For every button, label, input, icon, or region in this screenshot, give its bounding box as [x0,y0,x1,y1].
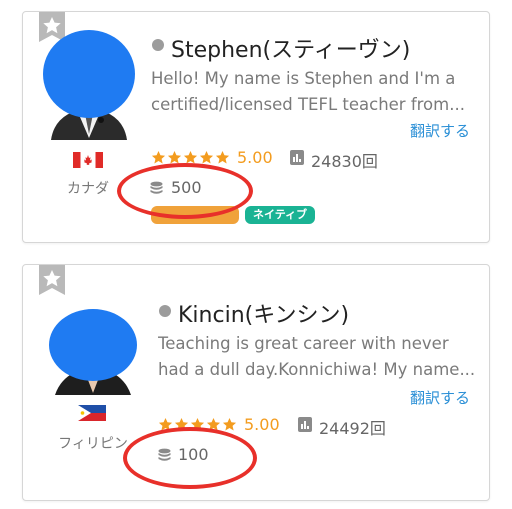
bar-chart-icon [298,417,312,436]
teacher-card[interactable]: カナダ Stephen(スティーヴン) Hello! My name is St… [22,11,490,243]
star-icon [206,417,221,431]
teacher-name[interactable]: Kincin(キンシン) [178,297,349,329]
star-icon [174,417,189,431]
intro-line: Teaching is great career with never [158,334,449,353]
native-badge: ネイティブ [245,206,316,224]
translate-link[interactable]: 翻訳する [410,387,470,408]
star-icon [158,417,173,431]
offline-status-icon [159,305,171,317]
rating-value: 5.00 [244,415,280,434]
badge-orange [151,206,239,224]
teacher-avatar[interactable] [43,30,135,140]
intro-line: had a dull day.Konnichiwa! My name... [158,360,476,379]
teacher-name[interactable]: Stephen(スティーヴン) [171,32,410,64]
translate-link[interactable]: 翻訳する [410,120,470,141]
teacher-country: カナダ [67,181,109,197]
star-icon [222,417,237,431]
teacher-card[interactable]: フィリピン Kincin(キンシン) Teaching is great car… [22,264,490,501]
star-icon [167,150,182,164]
teacher-intro[interactable]: Teaching is great career with never had … [158,331,478,383]
lesson-count: 24830回 [311,152,378,171]
lesson-points: 100 [178,445,209,464]
bar-chart-icon [290,150,304,169]
lesson-count: 24492回 [319,419,386,438]
teacher-intro[interactable]: Hello! My name is Stephen and I'm a cert… [151,66,471,118]
rating-stars [158,417,238,433]
star-icon [215,150,230,164]
star-icon [151,150,166,164]
lesson-points: 500 [171,178,202,197]
star-icon [199,150,214,164]
philippines-flag-icon [78,405,106,425]
rating-value: 5.00 [237,148,273,167]
teacher-country: フィリピン [58,436,128,452]
coin-stack-icon [158,448,171,467]
teacher-avatar[interactable] [49,309,137,395]
coin-stack-icon [150,181,163,200]
star-icon [190,417,205,431]
canada-flag-icon [73,152,103,172]
offline-status-icon [152,39,164,51]
rating-stars [151,150,231,166]
favorite-star-icon[interactable] [39,265,65,295]
intro-line: Hello! My name is Stephen and I'm a [151,69,456,88]
star-icon [183,150,198,164]
intro-line: certified/licensed TEFL teacher from... [151,95,465,114]
